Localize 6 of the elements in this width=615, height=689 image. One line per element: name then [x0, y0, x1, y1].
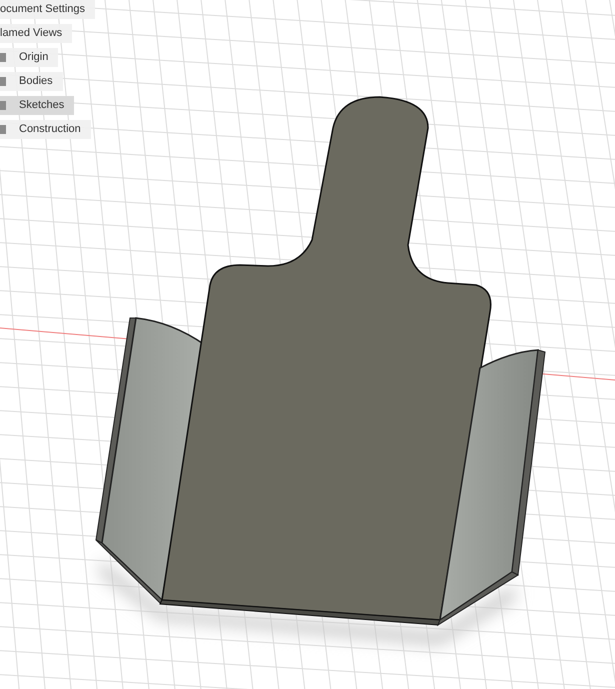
browser-item[interactable]: Construction: [0, 120, 91, 139]
browser-item[interactable]: Origin: [0, 48, 58, 67]
browser-item[interactable]: lamed Views: [0, 24, 72, 43]
browser-item[interactable]: Bodies: [0, 72, 63, 91]
browser-item[interactable]: Sketches: [0, 96, 74, 115]
browser-item[interactable]: ocument Settings: [0, 0, 95, 19]
